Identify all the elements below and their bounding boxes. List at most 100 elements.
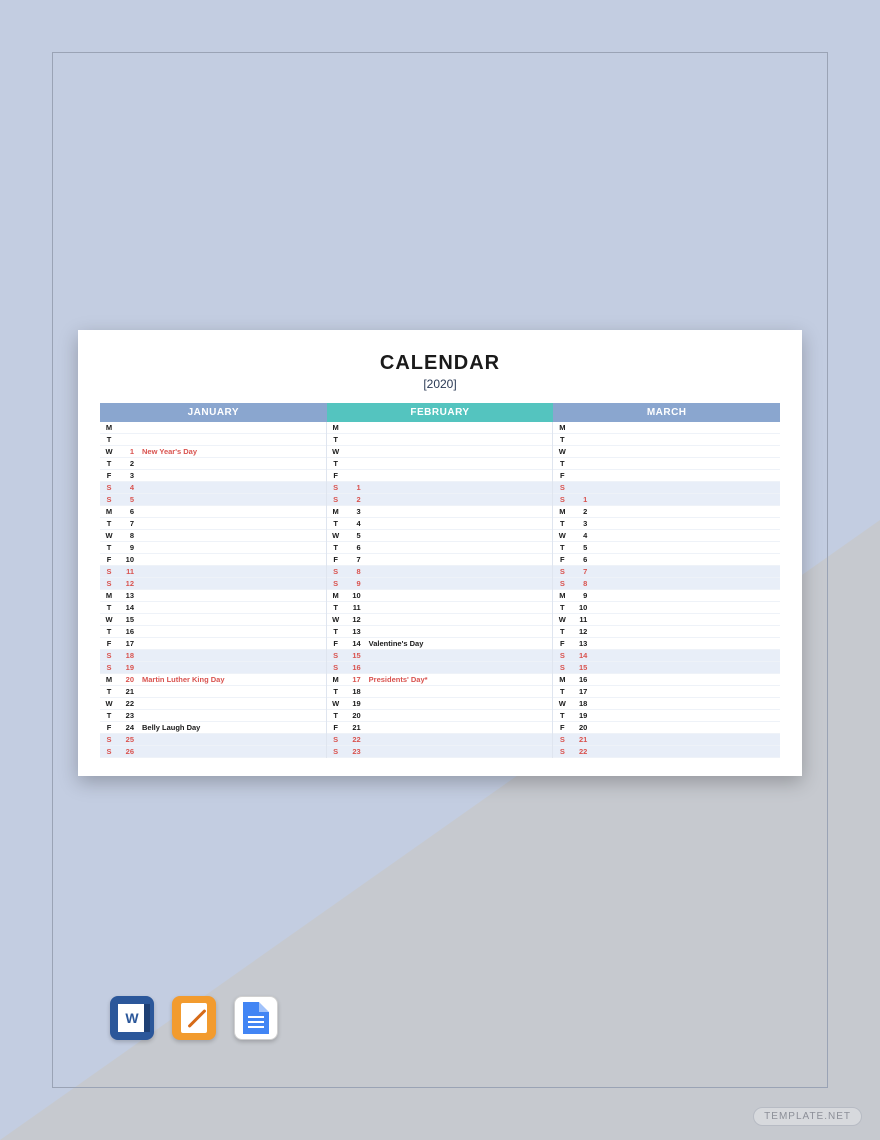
day-number: 17: [345, 675, 365, 684]
day-of-week: W: [553, 699, 571, 708]
calendar-row: T7: [100, 518, 326, 530]
day-of-week: W: [327, 699, 345, 708]
doc-year: [2020]: [100, 377, 780, 391]
day-number: 21: [118, 687, 138, 696]
calendar-row: M6: [100, 506, 326, 518]
day-number: 19: [571, 711, 591, 720]
day-of-week: S: [553, 747, 571, 756]
day-number: 12: [571, 627, 591, 636]
day-number: 22: [118, 699, 138, 708]
day-number: 9: [571, 591, 591, 600]
calendar-row: M: [100, 422, 326, 434]
day-of-week: M: [553, 507, 571, 516]
watermark: TEMPLATE.NET: [753, 1107, 862, 1126]
day-of-week: S: [100, 663, 118, 672]
event-label: New Year's Day: [138, 447, 326, 456]
day-number: 6: [571, 555, 591, 564]
day-number: 18: [118, 651, 138, 660]
day-number: 22: [571, 747, 591, 756]
day-of-week: T: [327, 435, 345, 444]
day-number: 16: [345, 663, 365, 672]
calendar-row: T20: [327, 710, 553, 722]
day-of-week: W: [327, 531, 345, 540]
day-number: 13: [345, 627, 365, 636]
day-of-week: S: [327, 579, 345, 588]
calendar-row: S11: [100, 566, 326, 578]
day-of-week: F: [327, 639, 345, 648]
day-number: 14: [571, 651, 591, 660]
calendar-row: M: [327, 422, 553, 434]
day-number: 20: [571, 723, 591, 732]
calendar-row: F24Belly Laugh Day: [100, 722, 326, 734]
event-label: Valentine's Day: [365, 639, 553, 648]
day-number: 16: [571, 675, 591, 684]
day-of-week: T: [100, 435, 118, 444]
pages-icon: [172, 996, 216, 1040]
calendar-row: S22: [553, 746, 780, 758]
day-number: 15: [345, 651, 365, 660]
event-label: Presidents' Day*: [365, 675, 553, 684]
month-header: JANUARY: [100, 403, 327, 422]
day-number: 26: [118, 747, 138, 756]
calendar-row: F17: [100, 638, 326, 650]
calendar-row: S1: [327, 482, 553, 494]
day-of-week: T: [553, 603, 571, 612]
day-of-week: T: [100, 519, 118, 528]
calendar-row: S18: [100, 650, 326, 662]
calendar-row: T14: [100, 602, 326, 614]
day-of-week: S: [100, 651, 118, 660]
day-of-week: S: [327, 495, 345, 504]
day-of-week: W: [100, 531, 118, 540]
day-number: 5: [345, 531, 365, 540]
calendar-row: S5: [100, 494, 326, 506]
calendar-row: M17Presidents' Day*: [327, 674, 553, 686]
calendar-row: W1New Year's Day: [100, 446, 326, 458]
calendar-row: W18: [553, 698, 780, 710]
calendar-row: S7: [553, 566, 780, 578]
day-of-week: S: [327, 663, 345, 672]
day-number: 2: [571, 507, 591, 516]
day-of-week: F: [553, 639, 571, 648]
calendar-row: S19: [100, 662, 326, 674]
calendar-row: W5: [327, 530, 553, 542]
calendar-row: M3: [327, 506, 553, 518]
calendar-row: S: [553, 482, 780, 494]
calendar-row: T2: [100, 458, 326, 470]
month-header: FEBRUARY: [327, 403, 554, 422]
calendar-row: F20: [553, 722, 780, 734]
month-body: MTWTFSS1M2T3W4T5F6S7S8M9T10W11T12F13S14S…: [553, 422, 780, 758]
day-of-week: F: [100, 555, 118, 564]
day-of-week: S: [100, 735, 118, 744]
day-of-week: F: [327, 723, 345, 732]
day-of-week: S: [327, 651, 345, 660]
day-of-week: S: [327, 483, 345, 492]
day-number: 6: [345, 543, 365, 552]
day-of-week: T: [100, 627, 118, 636]
day-of-week: M: [553, 675, 571, 684]
day-of-week: S: [100, 567, 118, 576]
calendar-row: W12: [327, 614, 553, 626]
day-of-week: F: [553, 723, 571, 732]
calendar-row: T: [553, 434, 780, 446]
day-number: 17: [118, 639, 138, 648]
calendar-row: W8: [100, 530, 326, 542]
day-number: 8: [345, 567, 365, 576]
day-of-week: W: [327, 447, 345, 456]
day-of-week: T: [553, 543, 571, 552]
day-number: 18: [571, 699, 591, 708]
day-of-week: T: [327, 687, 345, 696]
calendar-row: W15: [100, 614, 326, 626]
day-number: 19: [345, 699, 365, 708]
day-of-week: T: [100, 711, 118, 720]
calendar-row: S4: [100, 482, 326, 494]
app-icons-row: W: [110, 996, 278, 1040]
day-number: 25: [118, 735, 138, 744]
calendar-row: T5: [553, 542, 780, 554]
calendar-row: T11: [327, 602, 553, 614]
calendar-row: F21: [327, 722, 553, 734]
day-of-week: S: [327, 567, 345, 576]
calendar-row: T: [553, 458, 780, 470]
day-number: 20: [118, 675, 138, 684]
day-of-week: W: [553, 447, 571, 456]
calendar-row: S15: [553, 662, 780, 674]
